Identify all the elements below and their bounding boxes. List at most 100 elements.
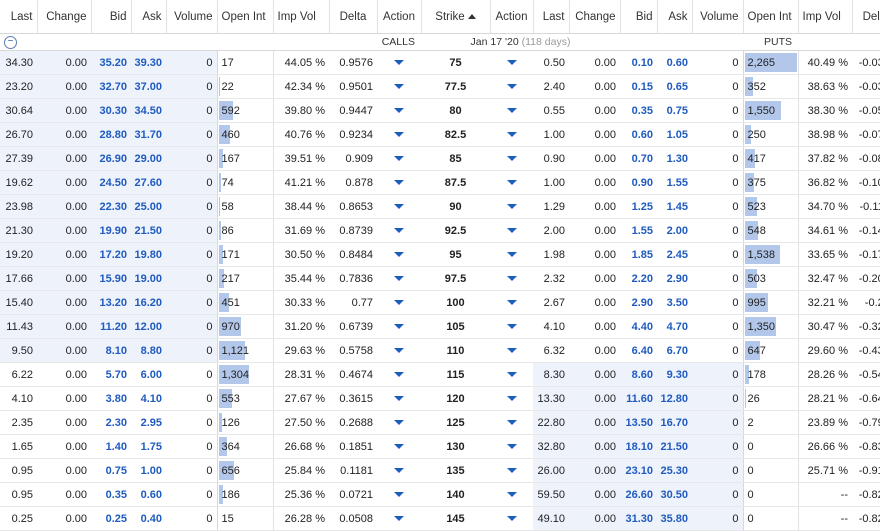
caret-down-icon[interactable]	[394, 444, 404, 450]
caret-down-icon[interactable]	[394, 60, 404, 66]
put-ask[interactable]: 25.30	[657, 458, 692, 483]
caret-down-icon[interactable]	[506, 108, 517, 114]
col-header-strike[interactable]: Strike	[421, 0, 491, 34]
call-action-dropdown[interactable]	[377, 74, 421, 99]
put-bid[interactable]: 8.60	[620, 362, 657, 387]
call-ask[interactable]: 39.30	[131, 50, 166, 75]
call-bid[interactable]: 35.20	[91, 50, 131, 75]
call-ask[interactable]: 1.00	[131, 458, 166, 483]
caret-down-icon[interactable]	[394, 108, 404, 114]
caret-down-icon[interactable]	[394, 228, 404, 234]
call-ask[interactable]: 8.80	[131, 338, 166, 363]
put-action-dropdown[interactable]	[490, 98, 533, 123]
caret-down-icon[interactable]	[506, 132, 517, 138]
call-action-dropdown[interactable]	[377, 170, 421, 195]
caret-down-icon[interactable]	[394, 324, 404, 330]
put-action-dropdown[interactable]	[490, 338, 533, 363]
caret-down-icon[interactable]	[506, 156, 517, 162]
put-ask[interactable]: 1.30	[657, 146, 692, 171]
call-ask[interactable]: 34.50	[131, 98, 166, 123]
put-action-dropdown[interactable]	[490, 50, 533, 75]
col-header-volume[interactable]: Volume	[692, 0, 744, 34]
caret-down-icon[interactable]	[394, 276, 404, 282]
call-ask[interactable]: 2.95	[131, 410, 166, 435]
call-bid[interactable]: 30.30	[91, 98, 131, 123]
collapse-minus-icon[interactable]: −	[4, 36, 17, 49]
caret-down-icon[interactable]	[394, 492, 404, 498]
caret-down-icon[interactable]	[506, 420, 517, 426]
put-action-dropdown[interactable]	[490, 434, 533, 459]
put-bid[interactable]: 1.55	[620, 218, 657, 243]
call-action-dropdown[interactable]	[377, 434, 421, 459]
call-ask[interactable]: 4.10	[131, 386, 166, 411]
col-header-change[interactable]: Change	[569, 0, 621, 34]
col-header-ask[interactable]: Ask	[131, 0, 167, 34]
call-bid[interactable]: 0.35	[91, 482, 131, 507]
call-ask[interactable]: 12.00	[131, 314, 166, 339]
caret-down-icon[interactable]	[394, 180, 404, 186]
call-bid[interactable]: 1.40	[91, 434, 131, 459]
put-bid[interactable]: 2.20	[620, 266, 657, 291]
put-bid[interactable]: 0.10	[620, 50, 657, 75]
put-action-dropdown[interactable]	[490, 314, 533, 339]
call-action-dropdown[interactable]	[377, 194, 421, 219]
put-action-dropdown[interactable]	[490, 506, 533, 531]
caret-down-icon[interactable]	[394, 300, 404, 306]
put-action-dropdown[interactable]	[490, 386, 533, 411]
put-bid[interactable]: 0.15	[620, 74, 657, 99]
put-action-dropdown[interactable]	[490, 290, 533, 315]
caret-down-icon[interactable]	[394, 468, 404, 474]
call-bid[interactable]: 0.75	[91, 458, 131, 483]
put-action-dropdown[interactable]	[490, 194, 533, 219]
call-action-dropdown[interactable]	[377, 362, 421, 387]
put-bid[interactable]: 18.10	[620, 434, 657, 459]
put-ask[interactable]: 12.80	[657, 386, 692, 411]
caret-down-icon[interactable]	[394, 372, 404, 378]
caret-down-icon[interactable]	[506, 228, 517, 234]
put-bid[interactable]: 6.40	[620, 338, 657, 363]
caret-down-icon[interactable]	[394, 132, 404, 138]
call-ask[interactable]: 1.75	[131, 434, 166, 459]
put-ask[interactable]: 21.50	[657, 434, 692, 459]
col-header-last[interactable]: Last	[0, 0, 38, 34]
call-ask[interactable]: 25.00	[131, 194, 166, 219]
caret-down-icon[interactable]	[506, 516, 517, 522]
caret-down-icon[interactable]	[506, 492, 517, 498]
put-ask[interactable]: 2.00	[657, 218, 692, 243]
call-bid[interactable]: 2.30	[91, 410, 131, 435]
col-header-bid[interactable]: Bid	[620, 0, 658, 34]
put-action-dropdown[interactable]	[490, 218, 533, 243]
call-action-dropdown[interactable]	[377, 266, 421, 291]
put-bid[interactable]: 2.90	[620, 290, 657, 315]
put-action-dropdown[interactable]	[490, 458, 533, 483]
put-ask[interactable]: 0.60	[657, 50, 692, 75]
call-action-dropdown[interactable]	[377, 122, 421, 147]
call-bid[interactable]: 13.20	[91, 290, 131, 315]
put-ask[interactable]: 30.50	[657, 482, 692, 507]
call-ask[interactable]: 21.50	[131, 218, 166, 243]
caret-down-icon[interactable]	[506, 300, 517, 306]
put-action-dropdown[interactable]	[490, 170, 533, 195]
put-ask[interactable]: 4.70	[657, 314, 692, 339]
call-bid[interactable]: 32.70	[91, 74, 131, 99]
caret-down-icon[interactable]	[506, 468, 517, 474]
put-bid[interactable]: 0.90	[620, 170, 657, 195]
call-ask[interactable]: 29.00	[131, 146, 166, 171]
call-bid[interactable]: 24.50	[91, 170, 131, 195]
call-bid[interactable]: 17.20	[91, 242, 131, 267]
call-ask[interactable]: 16.20	[131, 290, 166, 315]
put-ask[interactable]: 1.55	[657, 170, 692, 195]
put-ask[interactable]: 9.30	[657, 362, 692, 387]
caret-down-icon[interactable]	[506, 252, 517, 258]
col-header-ask[interactable]: Ask	[657, 0, 693, 34]
call-bid[interactable]: 22.30	[91, 194, 131, 219]
call-bid[interactable]: 8.10	[91, 338, 131, 363]
call-bid[interactable]: 26.90	[91, 146, 131, 171]
put-bid[interactable]: 13.50	[620, 410, 657, 435]
put-action-dropdown[interactable]	[490, 122, 533, 147]
put-bid[interactable]: 0.60	[620, 122, 657, 147]
put-ask[interactable]: 2.90	[657, 266, 692, 291]
put-ask[interactable]: 1.45	[657, 194, 692, 219]
call-action-dropdown[interactable]	[377, 410, 421, 435]
call-bid[interactable]: 3.80	[91, 386, 131, 411]
